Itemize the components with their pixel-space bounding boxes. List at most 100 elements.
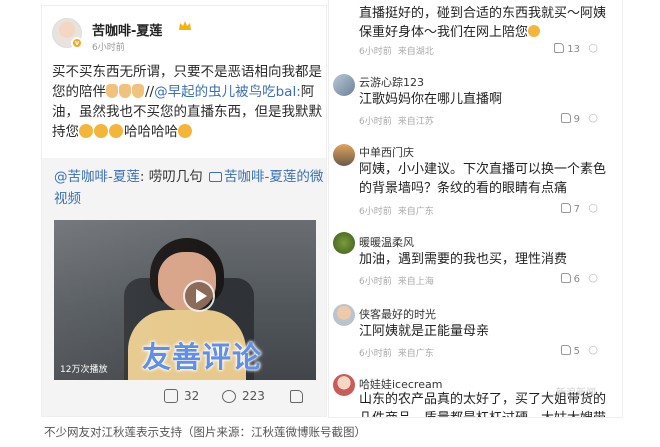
comment-item: 侠客最好的时光 江阿姨就是正能量母亲 6小时前 来自广东 5 ○	[329, 302, 622, 364]
comment-location: 来自湖北	[397, 47, 434, 57]
like-button[interactable]	[290, 388, 309, 404]
comment-meta: 6小时前 来自上海	[359, 274, 440, 287]
repost-content: : 唠叨几句	[139, 169, 203, 185]
comment-text: 江歌妈妈你在哪儿直播啊	[359, 90, 502, 109]
commenter-name[interactable]: 侠客最好的时光	[359, 306, 436, 322]
commenter-name[interactable]: 中单西门庆	[359, 144, 414, 160]
comment-location: 来自广东	[397, 207, 434, 217]
comment-icon	[222, 390, 236, 403]
comment-like-count: 6	[573, 274, 580, 285]
post-action-bar: 32 223	[42, 384, 326, 410]
comment-line: 江歌妈妈你在哪儿直播啊	[359, 92, 503, 107]
commenter-avatar[interactable]	[333, 304, 355, 326]
commenter-name[interactable]: 暖暖温柔风	[359, 234, 414, 250]
post-line-3: 油，虽然我也不买您的直播东西，但是我默默	[52, 104, 322, 120]
post-author-name[interactable]: 苦咖啡-夏莲	[92, 20, 162, 39]
more-icon[interactable]: ○	[588, 41, 598, 54]
comment-button[interactable]: 223	[222, 388, 265, 404]
commenter-name[interactable]: 云游心踪123	[359, 74, 424, 90]
comment-text: 加油，遇到需要的我也买，理性消费	[359, 250, 567, 269]
thumb-icon	[560, 113, 571, 123]
video-overlay-text: 友善评论	[142, 340, 263, 374]
comment-meta: 6小时前 来自广东	[359, 346, 440, 359]
repost-line-1: @苦咖啡-夏莲: 唠叨几句 苦咖啡-夏莲的微	[54, 166, 326, 188]
commenter-avatar[interactable]	[333, 374, 355, 396]
author-avatar[interactable]: v	[52, 18, 83, 49]
pray-hands-icon	[132, 84, 144, 98]
post-ending-text: 哈哈哈哈	[124, 124, 178, 140]
crown-icon	[179, 21, 191, 30]
comment-item: 中单西门庆 阿姨，小小建议。下次直播可以换一个素色 的背景墙吗？条纹的看的眼睛有…	[329, 140, 622, 220]
mention-tail: 阿	[300, 84, 315, 100]
mention-link[interactable]: @早起的虫儿被鸟吃bal:	[154, 84, 301, 100]
post-line-1: 买不买东西无所谓，只要不是恶语相向我都是	[52, 64, 322, 80]
video-thumbnail[interactable]: 友善评论 12万次播放	[54, 220, 316, 380]
video-play-count: 12万次播放	[60, 365, 108, 375]
comment-location: 来自上海	[397, 277, 434, 287]
post-line-4-text: 持您	[52, 124, 79, 140]
post-line-2: 您的陪伴 //@早起的虫儿被鸟吃bal:阿	[52, 82, 326, 102]
comment-like-button[interactable]: 6	[560, 273, 580, 285]
comment-line: 江阿姨就是正能量母亲	[359, 324, 490, 339]
hug-emoji-icon	[178, 124, 192, 138]
comment-time: 6小时前	[359, 349, 392, 359]
comment-item: 直播挺好的，碰到合适的东西我就买～阿姨 保重好身体～我们在网上陪您 6小时前 来自…	[329, 0, 622, 62]
comment-like-count: 13	[567, 44, 580, 55]
comment-location: 来自广东	[397, 349, 434, 359]
pray-hands-icon	[106, 84, 118, 98]
comment-line: 直播挺好的，碰到合适的东西我就买～阿姨	[359, 6, 607, 21]
repost-button[interactable]: 32	[164, 388, 199, 404]
comment-count: 223	[242, 389, 265, 403]
commenter-avatar[interactable]	[333, 232, 355, 254]
repost-text: @苦咖啡-夏莲: 唠叨几句 苦咖啡-夏莲的微 视频	[54, 166, 326, 210]
comment-like-button[interactable]: 9	[560, 113, 580, 125]
laugh-emoji-icon	[79, 124, 93, 138]
post-header: v 苦咖啡-夏莲 6小时前	[52, 18, 322, 54]
pray-hands-icon	[119, 84, 131, 98]
comment-line-text: 保重好身体～我们在网上陪您	[359, 25, 529, 40]
smile-emoji-icon	[528, 25, 541, 37]
comment-like-button[interactable]: 5	[560, 345, 580, 357]
comment-time: 6小时前	[359, 207, 392, 217]
comment-text: 江阿姨就是正能量母亲	[359, 322, 489, 341]
video-icon	[209, 172, 223, 182]
verified-badge-icon: v	[71, 37, 83, 49]
thumb-icon	[554, 43, 565, 53]
commenter-avatar[interactable]	[333, 144, 355, 166]
comment-line: 阿姨，小小建议。下次直播可以换一个素色	[359, 162, 607, 177]
comment-line: 加油，遇到需要的我也买，理性消费	[359, 252, 568, 267]
like-icon	[290, 390, 303, 403]
video-link[interactable]: 苦咖啡-夏莲的微	[224, 169, 323, 185]
thumb-icon	[560, 273, 571, 283]
repost-icon	[164, 389, 178, 403]
commenter-avatar[interactable]	[333, 74, 355, 96]
mention-prefix: //	[145, 84, 155, 100]
more-icon[interactable]: ○	[588, 111, 598, 124]
comment-meta: 6小时前 来自广东	[359, 204, 440, 217]
post-line-2-text: 您的陪伴	[52, 84, 106, 100]
comment-like-count: 7	[573, 204, 580, 215]
repost-mention-link[interactable]: @苦咖啡-夏莲	[54, 169, 140, 185]
repost-card[interactable]: @苦咖啡-夏莲: 唠叨几句 苦咖啡-夏莲的微 视频 友善评论 12万次播放 32…	[42, 158, 326, 416]
comment-like-count: 5	[573, 346, 580, 357]
more-icon[interactable]: ○	[588, 343, 598, 356]
thumb-icon	[560, 203, 571, 213]
weibo-post-card: v 苦咖啡-夏莲 6小时前 买不买东西无所谓，只要不是恶语相向我都是 您的陪伴 /…	[42, 6, 326, 416]
comment-like-button[interactable]: 13	[554, 43, 580, 55]
repost-count: 32	[184, 389, 200, 403]
more-icon[interactable]: ○	[588, 201, 598, 214]
post-body: 买不买东西无所谓，只要不是恶语相向我都是 您的陪伴 //@早起的虫儿被鸟吃bal:…	[52, 62, 326, 142]
comment-meta: 6小时前 来自湖北	[359, 44, 440, 57]
video-link-word[interactable]: 视频	[54, 188, 326, 210]
more-icon[interactable]: ○	[588, 271, 598, 284]
comment-item: 暖暖温柔风 加油，遇到需要的我也买，理性消费 6小时前 来自上海 6 ○	[329, 230, 622, 292]
comment-meta: 6小时前 来自江苏	[359, 114, 440, 127]
laugh-emoji-icon	[109, 124, 123, 138]
play-icon[interactable]	[183, 280, 215, 312]
comment-like-button[interactable]: 7	[560, 203, 580, 215]
comment-line: 的背景墙吗？条纹的看的眼睛有点痛	[359, 181, 568, 196]
comment-time: 6小时前	[359, 277, 392, 287]
post-line-4: 持您 哈哈哈哈	[52, 122, 326, 142]
thumb-icon	[560, 345, 571, 355]
laugh-emoji-icon	[94, 124, 108, 138]
